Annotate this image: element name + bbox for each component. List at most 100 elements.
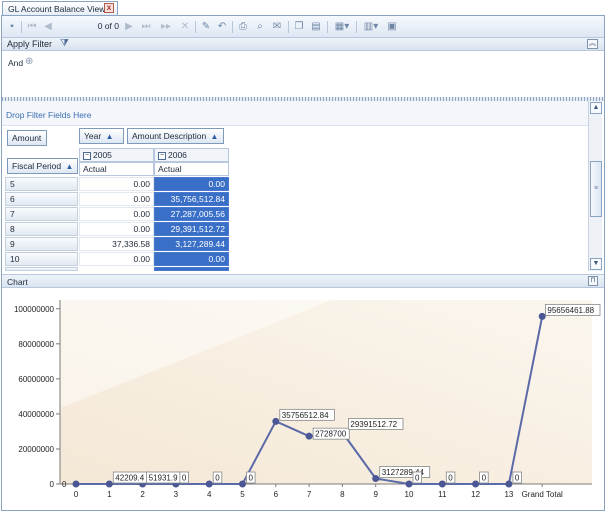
pivot-grid: Drop Filter Fields Here Amount Year ▲ Am… xyxy=(2,101,588,271)
data-point xyxy=(305,432,313,440)
pin-panel-icon[interactable]: ⊓ xyxy=(588,276,598,286)
sort-ascending-icon: ▲ xyxy=(210,132,219,141)
export-icon[interactable]: ▦▾ xyxy=(333,20,351,33)
table-cell-selected xyxy=(154,267,229,271)
column-field-label: Amount Description xyxy=(132,131,207,141)
x-tick-label: 0 xyxy=(74,490,79,499)
scrollbar-thumb[interactable]: ≡ xyxy=(590,161,602,217)
data-label: 0 xyxy=(482,474,487,483)
x-tick-label: 5 xyxy=(240,490,245,499)
mail-icon[interactable]: ✉ xyxy=(271,20,283,33)
column-field-amount-description[interactable]: Amount Description ▲ xyxy=(127,128,224,144)
x-tick-label: 9 xyxy=(373,490,378,499)
scroll-down-icon[interactable]: ▼ xyxy=(590,258,602,270)
x-tick-label: 1 xyxy=(107,490,112,499)
options-icon[interactable]: ▣ xyxy=(386,20,398,33)
delete-icon[interactable]: ✕ xyxy=(179,20,191,33)
table-cell[interactable]: 37,336.58 xyxy=(79,237,154,251)
table-row-header[interactable]: 7 xyxy=(5,207,78,221)
data-label: 0 xyxy=(448,474,453,483)
data-label: 2728700 xyxy=(315,430,347,439)
record-indicator: 0 of 0 xyxy=(97,21,119,31)
table-cell[interactable]: 0.00 xyxy=(79,252,154,266)
table-row-header[interactable]: 9 xyxy=(5,237,78,251)
table-cell-selected[interactable]: 0.00 xyxy=(154,177,229,191)
column-header-2006[interactable]: −2006 xyxy=(154,148,229,162)
y-tick-label: 100000000 xyxy=(14,305,55,314)
table-row-header[interactable]: 10 xyxy=(5,252,78,266)
add-condition-icon[interactable]: ⊕ xyxy=(25,56,33,67)
next-page-icon[interactable]: ▸▸ xyxy=(159,20,173,33)
previous-record-icon[interactable]: ◀ xyxy=(42,20,54,33)
table-cell-selected[interactable]: 29,391,512.72 xyxy=(154,222,229,236)
table-cell[interactable]: 0.00 xyxy=(79,192,154,206)
pivot-vertical-scrollbar[interactable]: ▲ ≡ ▼ xyxy=(588,101,602,271)
x-tick-label: 13 xyxy=(504,490,513,499)
table-cell-selected[interactable]: 3,127,289.44 xyxy=(154,237,229,251)
last-record-icon[interactable]: ⏭ xyxy=(140,20,152,33)
toolbar-separator xyxy=(288,21,289,33)
y-tick-label: 40000000 xyxy=(18,410,54,419)
data-point xyxy=(239,480,246,488)
table-cell[interactable]: 0.00 xyxy=(79,177,154,191)
toolbar-separator xyxy=(356,21,357,33)
sub-label: Actual xyxy=(158,164,182,174)
chart-type-icon[interactable]: ▥▾ xyxy=(362,20,380,33)
y-tick-label: 80000000 xyxy=(18,340,54,349)
find-icon[interactable]: ⌕ xyxy=(254,20,266,33)
column-field-year[interactable]: Year ▲ xyxy=(79,128,124,144)
data-label: 29391512.72 xyxy=(350,420,397,429)
toolbar-separator xyxy=(232,21,233,33)
toolbar-separator xyxy=(327,21,328,33)
tab-gl-account-balance-view[interactable]: GL Account Balance View x xyxy=(2,1,118,15)
toolbar-separator xyxy=(21,21,22,33)
table-cell-selected[interactable]: 0.00 xyxy=(154,252,229,266)
save-icon[interactable]: ▪ xyxy=(6,20,18,33)
filter-drop-area: Drop Filter Fields Here xyxy=(2,101,588,126)
first-record-icon[interactable]: ⏮ xyxy=(26,20,38,33)
column-header-actual: Actual xyxy=(79,162,154,176)
data-field-label: Amount xyxy=(12,133,42,143)
edit-icon[interactable]: ✎ xyxy=(200,20,212,33)
collapse-icon[interactable]: − xyxy=(158,151,166,160)
next-record-icon[interactable]: ▶ xyxy=(123,20,135,33)
table-row-header[interactable]: 8 xyxy=(5,222,78,236)
table-row-header[interactable]: 6 xyxy=(5,192,78,206)
data-field-amount[interactable]: Amount xyxy=(7,130,47,146)
year-label: 2005 xyxy=(93,150,112,160)
undo-icon[interactable]: ↶ xyxy=(216,20,228,33)
row-field-fiscal-period[interactable]: Fiscal Period ▲ xyxy=(7,158,78,174)
data-label: 95656461.88 xyxy=(547,306,594,315)
x-tick-label: 10 xyxy=(405,490,414,499)
scroll-up-icon[interactable]: ▲ xyxy=(590,102,602,114)
data-point xyxy=(438,480,446,488)
data-label: 0 xyxy=(415,474,420,483)
x-tick-label: 6 xyxy=(274,490,279,499)
chart-panel-title: Chart xyxy=(7,277,28,287)
x-tick-label: 8 xyxy=(340,490,345,499)
data-label: 0 xyxy=(249,474,254,483)
data-point xyxy=(405,480,413,488)
table-row-header[interactable]: 5 xyxy=(5,177,78,191)
collapse-filter-icon[interactable]: ︽ xyxy=(587,39,598,49)
close-tab-icon[interactable]: x xyxy=(104,3,114,13)
data-point xyxy=(205,480,213,488)
column-header-2005[interactable]: −2005 xyxy=(79,148,154,162)
copy-icon[interactable]: ❐ xyxy=(293,20,305,33)
data-label: 0 xyxy=(182,474,187,483)
paste-icon[interactable]: ▤ xyxy=(310,20,322,33)
x-tick-label: 11 xyxy=(438,490,447,499)
x-tick-label: 3 xyxy=(174,490,179,499)
filter-operator[interactable]: And xyxy=(8,58,23,68)
apply-filter-title: Apply Filter xyxy=(7,39,53,49)
print-preview-icon[interactable]: ⎙ xyxy=(237,20,249,33)
sub-label: Actual xyxy=(83,164,107,174)
table-cell-selected[interactable]: 35,756,512.84 xyxy=(154,192,229,206)
filter-funnel-icon[interactable]: ⧩ xyxy=(60,38,69,49)
table-cell-selected[interactable]: 27,287,005.56 xyxy=(154,207,229,221)
table-cell[interactable]: 0.00 xyxy=(79,222,154,236)
collapse-icon[interactable]: − xyxy=(83,151,91,160)
table-cell[interactable]: 0.00 xyxy=(79,207,154,221)
data-label: 0 xyxy=(62,480,67,489)
x-tick-label: 7 xyxy=(307,490,312,499)
